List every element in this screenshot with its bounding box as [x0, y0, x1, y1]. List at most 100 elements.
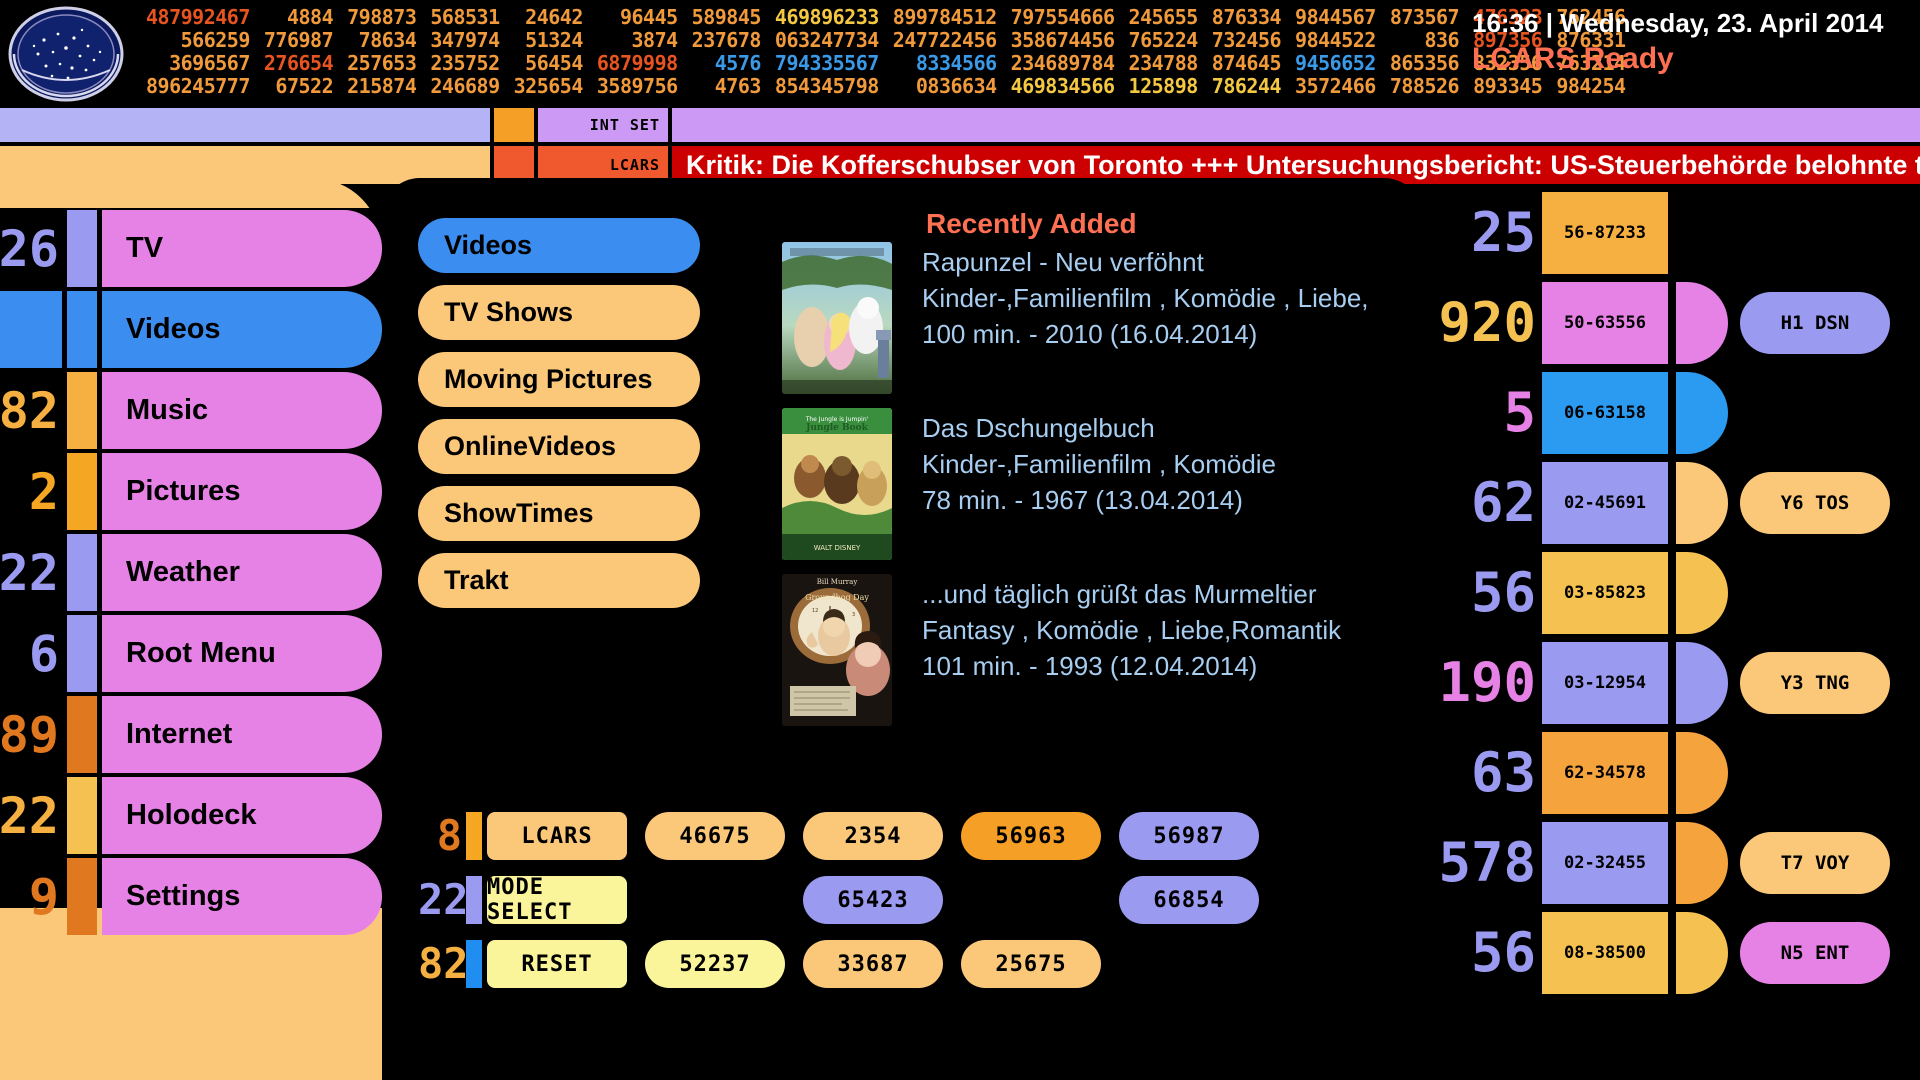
- right-panel-row: 190 03-12954 Y3 TNG: [1430, 640, 1920, 726]
- right-row-number: 5: [1503, 381, 1536, 444]
- poster-groundhog-day[interactable]: Bill Murray 12 3 Groundhog Day: [782, 574, 892, 726]
- bottom-row-chip: [466, 812, 482, 860]
- right-row-code[interactable]: 62-34578: [1542, 732, 1668, 814]
- header-number-column: 487992467 566259 3696567 896245777: [146, 6, 264, 98]
- sidebar-item-label[interactable]: Music: [102, 372, 382, 449]
- sidebar-item-pictures[interactable]: 2 Pictures: [0, 453, 382, 530]
- header-number: 794335567: [774, 51, 879, 75]
- bottom-button-46675[interactable]: 46675: [645, 812, 785, 860]
- right-row-code[interactable]: 06-63158: [1542, 372, 1668, 454]
- menu-button-moving-pictures[interactable]: Moving Pictures: [418, 352, 700, 407]
- bottom-button-reset[interactable]: RESET: [487, 940, 627, 988]
- right-row-tag-n5-ent[interactable]: N5 ENT: [1740, 922, 1890, 984]
- sidebar-item-label[interactable]: Settings: [102, 858, 382, 935]
- menu-button-trakt[interactable]: Trakt: [418, 553, 700, 608]
- header-number-column: 873567 836 865356 788526: [1390, 6, 1473, 98]
- bottom-button-empty: [645, 876, 785, 924]
- right-row-code[interactable]: 03-85823: [1542, 552, 1668, 634]
- header-number: 237678: [691, 28, 762, 52]
- item-meta: 101 min. - 1993 (12.04.2014): [922, 651, 1258, 681]
- right-row-tag-y6-tos[interactable]: Y6 TOS: [1740, 472, 1890, 534]
- svg-text:Jungle Book: Jungle Book: [805, 423, 869, 433]
- right-row-code[interactable]: 02-45691: [1542, 462, 1668, 544]
- sidebar-item-root-menu[interactable]: 6 Root Menu: [0, 615, 382, 692]
- bottom-button-33687[interactable]: 33687: [803, 940, 943, 988]
- header-number-column: 469896233 063247734 794335567 854345798: [775, 6, 893, 98]
- menu-button-showtimes[interactable]: ShowTimes: [418, 486, 700, 541]
- sidebar-item-label[interactable]: Root Menu: [102, 615, 382, 692]
- bottom-button-2354[interactable]: 2354: [803, 812, 943, 860]
- header-number: 589845: [691, 5, 762, 29]
- right-row-tag-h1-dsn[interactable]: H1 DSN: [1740, 292, 1890, 354]
- bottom-button-65423[interactable]: 65423: [803, 876, 943, 924]
- sidebar-item-holodeck[interactable]: 22 Holodeck: [0, 777, 382, 854]
- item-title: ...und täglich grüßt das Murmeltier: [922, 579, 1317, 609]
- header-number-column: 568531 347974 235752 246689: [430, 6, 513, 98]
- sidebar-item-number: 22: [0, 543, 59, 602]
- right-row-bar: [1676, 732, 1728, 814]
- sidebar-item-chip: [67, 453, 97, 530]
- sidebar-item-label[interactable]: Videos: [102, 291, 382, 368]
- sidebar-item-label[interactable]: TV: [102, 210, 382, 287]
- sidebar-item-tv[interactable]: 26 TV: [0, 210, 382, 287]
- header-number-grid: 487992467 566259 3696567 896245777 4884 77698…: [146, 5, 1626, 102]
- item-title: Rapunzel - Neu verföhnt: [922, 247, 1204, 277]
- recently-added-item[interactable]: Rapunzel - Neu verföhnt Kinder-,Familienf…: [782, 242, 1382, 394]
- header-number: 6879998: [596, 51, 678, 75]
- bottom-data-row: 82 RESET 52237 33687 25675: [418, 937, 1318, 991]
- header-number: 566259: [180, 28, 251, 52]
- bar-segment-int-set[interactable]: INT SET: [538, 108, 668, 142]
- bottom-button-mode-select[interactable]: MODE SELECT: [487, 875, 627, 925]
- sidebar-item-settings[interactable]: 9 Settings: [0, 858, 382, 935]
- sidebar-item-videos[interactable]: Videos: [0, 291, 382, 368]
- bottom-button-52237[interactable]: 52237: [645, 940, 785, 988]
- header-number-column: 797554666 358674456 234689784 469834566: [1011, 6, 1129, 98]
- poster-jungle-book[interactable]: The Jungle is Jumpin' Jungle Book WALT D…: [782, 408, 892, 560]
- sidebar-item-weather[interactable]: 22 Weather: [0, 534, 382, 611]
- sidebar-item-label[interactable]: Weather: [102, 534, 382, 611]
- header-number: 765224: [1128, 28, 1199, 52]
- bottom-button-56963[interactable]: 56963: [961, 812, 1101, 860]
- right-row-code[interactable]: 56-87233: [1542, 192, 1668, 274]
- right-row-tag-empty: [1740, 202, 1890, 264]
- bottom-button-25675[interactable]: 25675: [961, 940, 1101, 988]
- bottom-button-56987[interactable]: 56987: [1119, 812, 1259, 860]
- sidebar-item-label[interactable]: Pictures: [102, 453, 382, 530]
- header-number: 9456652: [1295, 51, 1376, 75]
- menu-button-onlinevideos[interactable]: OnlineVideos: [418, 419, 700, 474]
- bottom-button-lcars[interactable]: LCARS: [487, 812, 627, 860]
- sidebar-item-label[interactable]: Internet: [102, 696, 382, 773]
- sidebar-item-internet[interactable]: 89 Internet: [0, 696, 382, 773]
- right-panel-row: 62 02-45691 Y6 TOS: [1430, 460, 1920, 546]
- right-row-tag-empty: [1740, 742, 1890, 804]
- right-row-code[interactable]: 03-12954: [1542, 642, 1668, 724]
- header-number: 4576: [714, 51, 762, 75]
- sidebar-item-chip: [67, 534, 97, 611]
- bar-segment: [494, 108, 534, 142]
- menu-button-videos[interactable]: Videos: [418, 218, 700, 273]
- decorative-bar-row-top: INT SET: [0, 108, 1920, 142]
- status-text: LCARS Ready: [1472, 42, 1674, 75]
- right-panel-row: 5 06-63158: [1430, 370, 1920, 456]
- recently-added-item[interactable]: Bill Murray 12 3 Groundhog Day ...und tä…: [782, 574, 1382, 726]
- header-number: 487992467: [146, 5, 250, 29]
- bottom-button-66854[interactable]: 66854: [1119, 876, 1259, 924]
- right-panel-row: 920 50-63556 H1 DSN: [1430, 280, 1920, 366]
- menu-button-tv-shows[interactable]: TV Shows: [418, 285, 700, 340]
- right-row-code[interactable]: 08-38500: [1542, 912, 1668, 994]
- right-row-code[interactable]: 50-63556: [1542, 282, 1668, 364]
- clock-text: 16:36 | Wednesday, 23. April 2014: [1472, 8, 1884, 38]
- sidebar-item-music[interactable]: 82 Music: [0, 372, 382, 449]
- item-meta: 78 min. - 1967 (13.04.2014): [922, 485, 1243, 515]
- right-row-tag-t7-voy[interactable]: T7 VOY: [1740, 832, 1890, 894]
- right-row-tag-y3-tng[interactable]: Y3 TNG: [1740, 652, 1890, 714]
- bottom-row-number: 22: [418, 875, 469, 924]
- right-row-code[interactable]: 02-32455: [1542, 822, 1668, 904]
- poster-tangled[interactable]: [782, 242, 892, 394]
- recently-added-item[interactable]: The Jungle is Jumpin' Jungle Book WALT D…: [782, 408, 1382, 560]
- header-number: 3572466: [1295, 74, 1376, 98]
- right-row-bar: [1676, 192, 1728, 274]
- sidebar-item-label[interactable]: Holodeck: [102, 777, 382, 854]
- header-number: 786244: [1211, 74, 1282, 98]
- right-panel-row: 63 62-34578: [1430, 730, 1920, 816]
